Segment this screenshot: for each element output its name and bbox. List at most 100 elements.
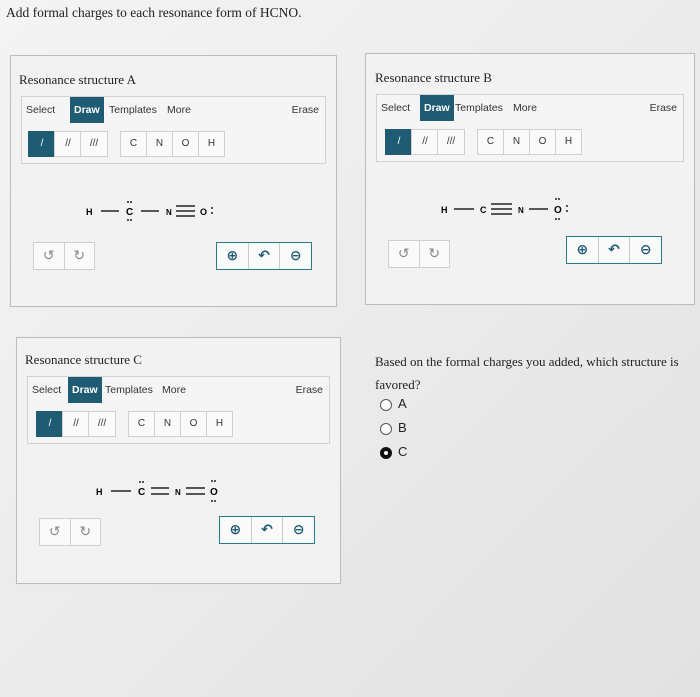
zoom-in-icon[interactable]: ⊕ xyxy=(220,517,251,543)
select-tab[interactable]: Select xyxy=(26,97,55,123)
atom-c-button[interactable]: C xyxy=(478,130,504,154)
atom-n-button[interactable]: N xyxy=(504,130,530,154)
panel-title: Resonance structure C xyxy=(25,352,142,367)
lone-pair-dot xyxy=(211,500,213,502)
triple-bond-tool[interactable]: /// xyxy=(437,129,465,155)
atom-o-button[interactable]: O xyxy=(173,132,199,156)
zoom-out-icon[interactable]: ⊖ xyxy=(279,243,311,269)
atom-n: N xyxy=(518,206,524,215)
history-controls: ↺ ↻ xyxy=(33,242,95,270)
option-c[interactable]: C xyxy=(380,444,407,459)
redo-icon[interactable]: ↻ xyxy=(63,243,95,269)
templates-tab[interactable]: Templates xyxy=(455,95,503,121)
select-tab[interactable]: Select xyxy=(381,95,410,121)
question-prompt: Based on the formal charges you added, w… xyxy=(375,354,679,392)
atom-c-button[interactable]: C xyxy=(129,412,155,436)
zoom-controls: ⊕ ↶ ⊖ xyxy=(566,236,662,264)
atom-h: H xyxy=(441,205,448,215)
templates-tab[interactable]: Templates xyxy=(109,97,157,123)
zoom-in-icon[interactable]: ⊕ xyxy=(217,243,248,269)
atom-n: N xyxy=(175,488,181,497)
more-tab[interactable]: More xyxy=(162,377,186,403)
atom-o: O xyxy=(554,205,562,216)
history-controls: ↺ ↻ xyxy=(39,518,101,546)
option-a[interactable]: A xyxy=(380,396,407,411)
atom-o-button[interactable]: O xyxy=(181,412,207,436)
draw-tools: / // /// C N O H xyxy=(27,403,330,444)
more-tab[interactable]: More xyxy=(167,97,191,123)
zoom-out-icon[interactable]: ⊖ xyxy=(282,517,314,543)
undo-icon[interactable]: ↺ xyxy=(389,241,419,267)
lone-pair-dot xyxy=(555,218,557,220)
erase-button[interactable]: Erase xyxy=(292,97,319,123)
question-title: Add formal charges to each resonance for… xyxy=(6,5,302,20)
zoom-in-icon[interactable]: ⊕ xyxy=(567,237,598,263)
draw-tab[interactable]: Draw xyxy=(70,97,104,123)
draw-tab[interactable]: Draw xyxy=(68,377,102,403)
double-bond-tool[interactable]: // xyxy=(62,411,90,437)
zoom-controls: ⊕ ↶ ⊖ xyxy=(219,516,315,544)
radio-c[interactable] xyxy=(380,446,392,459)
atom-tools: C N O H xyxy=(477,129,582,155)
draw-tab[interactable]: Draw xyxy=(420,95,454,121)
option-c-label: C xyxy=(398,444,408,459)
molecule-structure-b[interactable]: H C N O xyxy=(436,194,596,224)
single-bond-tool[interactable]: / xyxy=(36,411,64,437)
atom-o-button[interactable]: O xyxy=(530,130,556,154)
single-bond-tool[interactable]: / xyxy=(28,131,56,157)
atom-n-button[interactable]: N xyxy=(147,132,173,156)
lone-pair-dot xyxy=(211,207,213,209)
sketcher-toolbar: Select Draw Templates More Erase xyxy=(376,94,684,122)
atom-c: C xyxy=(126,207,133,218)
lone-pair-dot xyxy=(127,219,129,221)
reset-icon[interactable]: ↶ xyxy=(250,517,283,543)
select-tab[interactable]: Select xyxy=(32,377,61,403)
resonance-panel-a: Resonance structure A Select Draw Templa… xyxy=(10,55,337,307)
panel-title: Resonance structure A xyxy=(19,72,136,87)
atom-h: H xyxy=(86,207,93,217)
history-controls: ↺ ↻ xyxy=(388,240,450,268)
radio-b[interactable] xyxy=(380,422,392,435)
atom-o: O xyxy=(210,487,218,498)
reset-icon[interactable]: ↶ xyxy=(597,237,630,263)
redo-icon[interactable]: ↻ xyxy=(69,519,101,545)
atom-h: H xyxy=(96,487,103,497)
sketcher-toolbar: Select Draw Templates More Erase xyxy=(21,96,326,124)
option-b[interactable]: B xyxy=(380,420,407,435)
lone-pair-dot xyxy=(127,201,129,203)
erase-button[interactable]: Erase xyxy=(650,95,677,121)
atom-tools: C N O H xyxy=(128,411,233,437)
undo-icon[interactable]: ↺ xyxy=(34,243,64,269)
atom-c: C xyxy=(480,205,487,215)
panel-title: Resonance structure B xyxy=(375,70,492,85)
atom-c-button[interactable]: C xyxy=(121,132,147,156)
atom-n-button[interactable]: N xyxy=(155,412,181,436)
single-bond-tool[interactable]: / xyxy=(385,129,413,155)
lone-pair-dot xyxy=(566,205,568,207)
radio-a[interactable] xyxy=(380,398,392,411)
reset-icon[interactable]: ↶ xyxy=(247,243,280,269)
atom-o: O xyxy=(200,207,207,217)
molecule-structure-a[interactable]: H C N O xyxy=(81,196,241,226)
atom-c: C xyxy=(138,487,145,498)
double-bond-tool[interactable]: // xyxy=(54,131,82,157)
option-a-label: A xyxy=(398,396,407,411)
triple-bond-tool[interactable]: /// xyxy=(88,411,116,437)
sketcher-toolbar: Select Draw Templates More Erase xyxy=(27,376,330,404)
undo-icon[interactable]: ↺ xyxy=(40,519,70,545)
atom-n: N xyxy=(166,208,172,217)
double-bond-tool[interactable]: // xyxy=(411,129,439,155)
molecule-structure-c[interactable]: H C N O xyxy=(91,476,251,506)
triple-bond-tool[interactable]: /// xyxy=(80,131,108,157)
zoom-out-icon[interactable]: ⊖ xyxy=(629,237,661,263)
templates-tab[interactable]: Templates xyxy=(105,377,153,403)
atom-h-button[interactable]: H xyxy=(556,130,581,154)
atom-h-button[interactable]: H xyxy=(207,412,232,436)
erase-button[interactable]: Erase xyxy=(296,377,323,403)
atom-h-button[interactable]: H xyxy=(199,132,224,156)
atom-tools: C N O H xyxy=(120,131,225,157)
redo-icon[interactable]: ↻ xyxy=(418,241,450,267)
more-tab[interactable]: More xyxy=(513,95,537,121)
option-b-label: B xyxy=(398,420,407,435)
draw-tools: / // /// C N O H xyxy=(21,123,326,164)
